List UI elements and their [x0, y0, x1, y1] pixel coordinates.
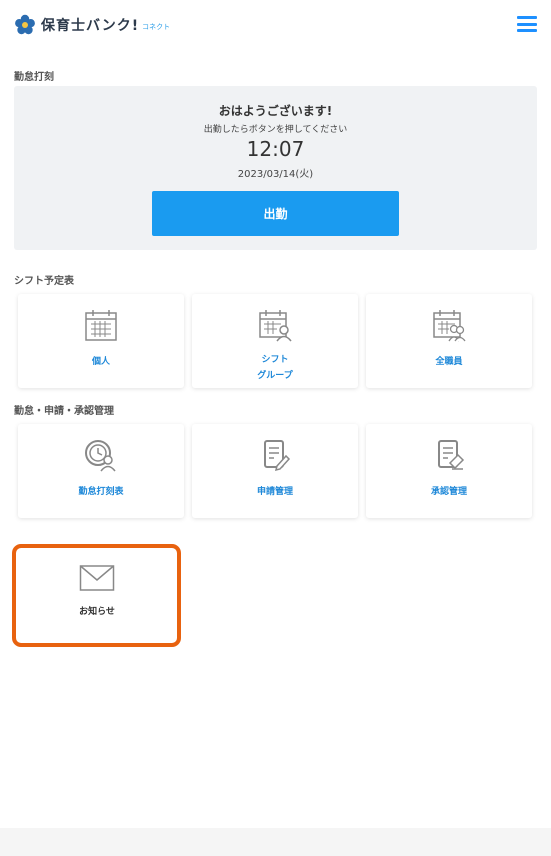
- envelope-icon: [79, 565, 115, 591]
- management-section-title: 勤怠・申請・承認管理: [14, 406, 114, 417]
- punch-panel: おはようございます! 出勤したらボタンを押してください 12:07 2023/0…: [14, 86, 537, 250]
- card-label-line-1: シフト: [261, 355, 289, 365]
- attendance-section-title: 勤怠打刻: [14, 72, 54, 83]
- card-label: 承認管理: [430, 487, 467, 497]
- card-personal-shift[interactable]: 個人: [18, 294, 184, 388]
- card-all-staff[interactable]: 全職員: [366, 294, 532, 388]
- current-time: 12:07: [246, 137, 305, 161]
- calendar-all-staff-icon: [433, 310, 466, 342]
- punch-hint: 出勤したらボタンを押してください: [203, 125, 348, 135]
- app-name: 保育士バンク!: [41, 18, 140, 34]
- calendar-icon: [85, 310, 117, 341]
- card-label: 申請管理: [256, 487, 293, 497]
- card-label: お知らせ: [79, 607, 115, 617]
- shift-section-title: シフト予定表: [14, 276, 74, 287]
- approval-document-icon: [438, 440, 465, 470]
- calendar-group-icon: [259, 310, 292, 342]
- card-attendance-records[interactable]: 勤怠打刻表: [18, 424, 184, 518]
- card-label: シフト グループ: [192, 352, 358, 384]
- flower-logo-icon: [15, 14, 35, 35]
- greeting-text: おはようございます!: [218, 104, 333, 118]
- hamburger-menu-icon[interactable]: [517, 16, 537, 34]
- card-label-line-2: グループ: [257, 371, 293, 381]
- current-date: 2023/03/14(火): [237, 169, 314, 180]
- card-label: 勤怠打刻表: [78, 487, 124, 497]
- card-application-management[interactable]: 申請管理: [192, 424, 358, 518]
- card-label: 全職員: [435, 357, 463, 367]
- attendance-clock-icon: [85, 440, 116, 472]
- card-label: 個人: [91, 357, 110, 367]
- app-logo[interactable]: 保育士バンク! コネクト: [14, 12, 170, 38]
- card-notices[interactable]: お知らせ: [22, 552, 172, 640]
- application-edit-icon: [264, 440, 291, 472]
- app-header: 保育士バンク! コネクト: [0, 0, 551, 50]
- main-content: 勤怠打刻 おはようございます! 出勤したらボタンを押してください 12:07 2…: [0, 50, 551, 828]
- clock-in-button[interactable]: 出勤: [152, 191, 399, 236]
- app-sub-name: コネクト: [142, 23, 171, 31]
- card-shift-group[interactable]: シフト グループ: [192, 294, 358, 388]
- card-approval-management[interactable]: 承認管理: [366, 424, 532, 518]
